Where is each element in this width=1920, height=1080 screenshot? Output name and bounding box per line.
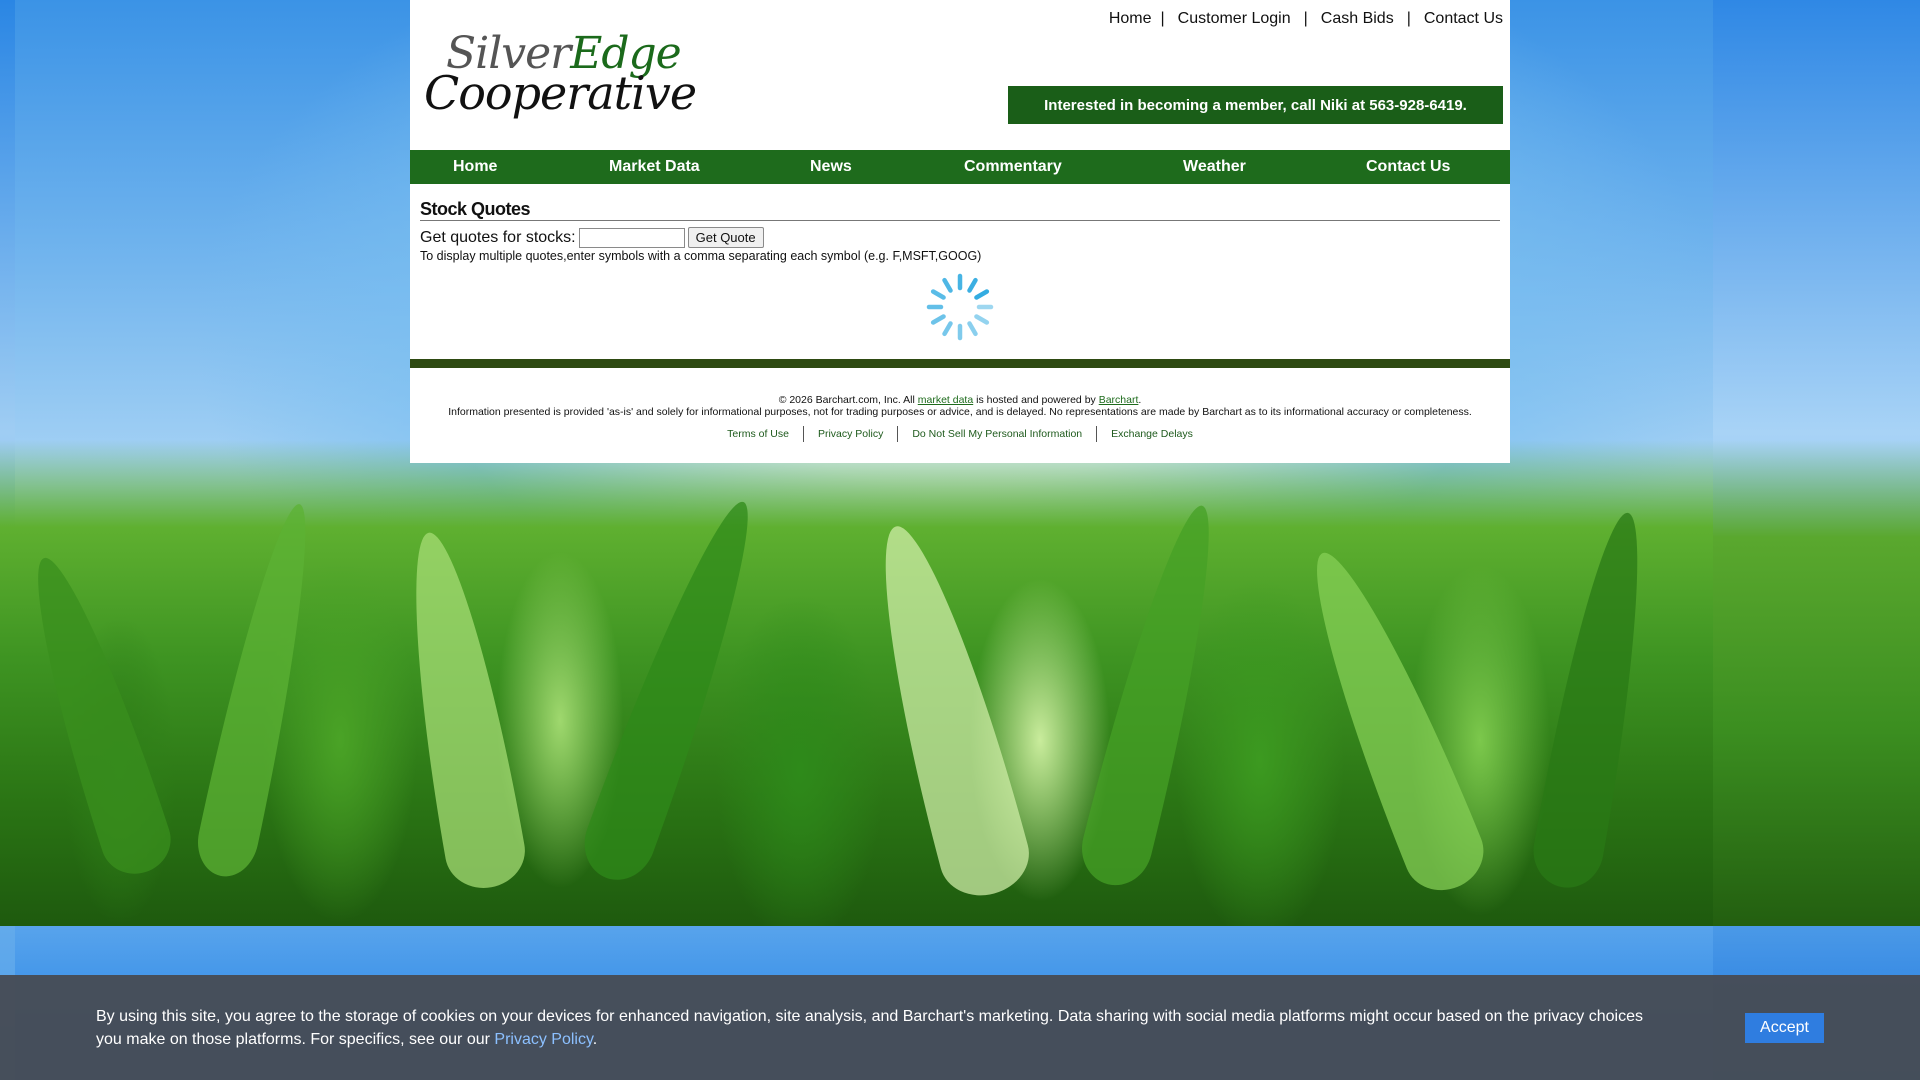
- top-link-home[interactable]: Home: [1109, 10, 1152, 28]
- spinner-tick: [942, 277, 953, 293]
- disclaimer-text: Information presented is provided 'as-is…: [448, 406, 1472, 418]
- barchart-link[interactable]: Barchart: [1099, 394, 1139, 406]
- top-link-separator: |: [1406, 10, 1411, 27]
- quote-label: Get quotes for stocks:: [420, 228, 576, 246]
- cookie-consent-bar: By using this site, you agree to the sto…: [0, 975, 1920, 1080]
- top-links: Home | Customer Login | Cash Bids | Cont…: [1109, 10, 1503, 28]
- loading-spinner-icon: [926, 273, 994, 341]
- spinner-tick: [974, 289, 990, 300]
- spinner-tick: [967, 277, 978, 293]
- stock-symbol-input[interactable]: [578, 227, 685, 248]
- spinner-tick: [930, 289, 946, 300]
- top-link-cash-bids[interactable]: Cash Bids: [1321, 10, 1394, 28]
- stock-quotes-title: Stock Quotes: [420, 199, 531, 219]
- cookie-message: By using this site, you agree to the sto…: [96, 1005, 1666, 1051]
- copyright-suffix: .: [1138, 394, 1142, 406]
- get-quote-button[interactable]: Get Quote: [687, 227, 764, 248]
- nav-commentary[interactable]: Commentary: [964, 158, 1062, 176]
- top-link-contact-us[interactable]: Contact Us: [1424, 10, 1503, 28]
- silveredge-logo[interactable]: SilverEdge Cooperative: [424, 28, 697, 120]
- accept-cookies-button[interactable]: Accept: [1745, 1013, 1824, 1043]
- nav-news[interactable]: News: [810, 158, 852, 176]
- exchange-delays-link[interactable]: Exchange Delays: [1097, 428, 1207, 442]
- section-divider: [420, 220, 1500, 221]
- top-link-separator: |: [1303, 10, 1308, 27]
- footer-divider-bar: [410, 359, 1510, 368]
- cornfield-background-right: [1713, 440, 1920, 926]
- nav-market-data[interactable]: Market Data: [609, 158, 700, 176]
- copyright-middle: is hosted and powered by: [973, 394, 1099, 406]
- copyright-prefix: © 2026 Barchart.com, Inc. All: [778, 394, 918, 406]
- page-container: SilverEdge Cooperative Home | Customer L…: [410, 0, 1510, 463]
- top-link-separator: |: [1160, 10, 1165, 27]
- nav-weather[interactable]: Weather: [1183, 158, 1246, 176]
- spinner-tick: [942, 321, 953, 337]
- quote-form: Get quotes for stocks: Get Quote: [420, 227, 764, 248]
- main-navbar: Home Market Data News Commentary Weather…: [410, 150, 1510, 184]
- nav-contact-us[interactable]: Contact Us: [1366, 158, 1450, 176]
- cookie-text: By using this site, you agree to the sto…: [96, 1008, 1643, 1048]
- member-banner[interactable]: Interested in becoming a member, call Ni…: [1008, 86, 1503, 124]
- quote-hint-text: To display multiple quotes,enter symbols…: [420, 249, 982, 263]
- copyright-line: © 2026 Barchart.com, Inc. All market dat…: [410, 394, 1510, 406]
- footer-links: Terms of Use Privacy Policy Do Not Sell …: [410, 426, 1510, 442]
- nav-home[interactable]: Home: [453, 158, 497, 176]
- terms-of-use-link[interactable]: Terms of Use: [713, 428, 803, 442]
- spinner-tick: [930, 314, 946, 325]
- top-link-customer-login[interactable]: Customer Login: [1178, 10, 1291, 28]
- cookie-privacy-policy-link[interactable]: Privacy Policy: [494, 1031, 592, 1048]
- logo-cooperative-text: Cooperative: [424, 66, 697, 120]
- market-data-link[interactable]: market data: [918, 394, 973, 406]
- spinner-tick: [974, 314, 990, 325]
- do-not-sell-link[interactable]: Do Not Sell My Personal Information: [898, 428, 1096, 442]
- cornfield-background: [0, 440, 1713, 926]
- cookie-text-suffix: .: [592, 1031, 598, 1048]
- spinner-tick: [967, 321, 978, 337]
- privacy-policy-link[interactable]: Privacy Policy: [804, 428, 897, 442]
